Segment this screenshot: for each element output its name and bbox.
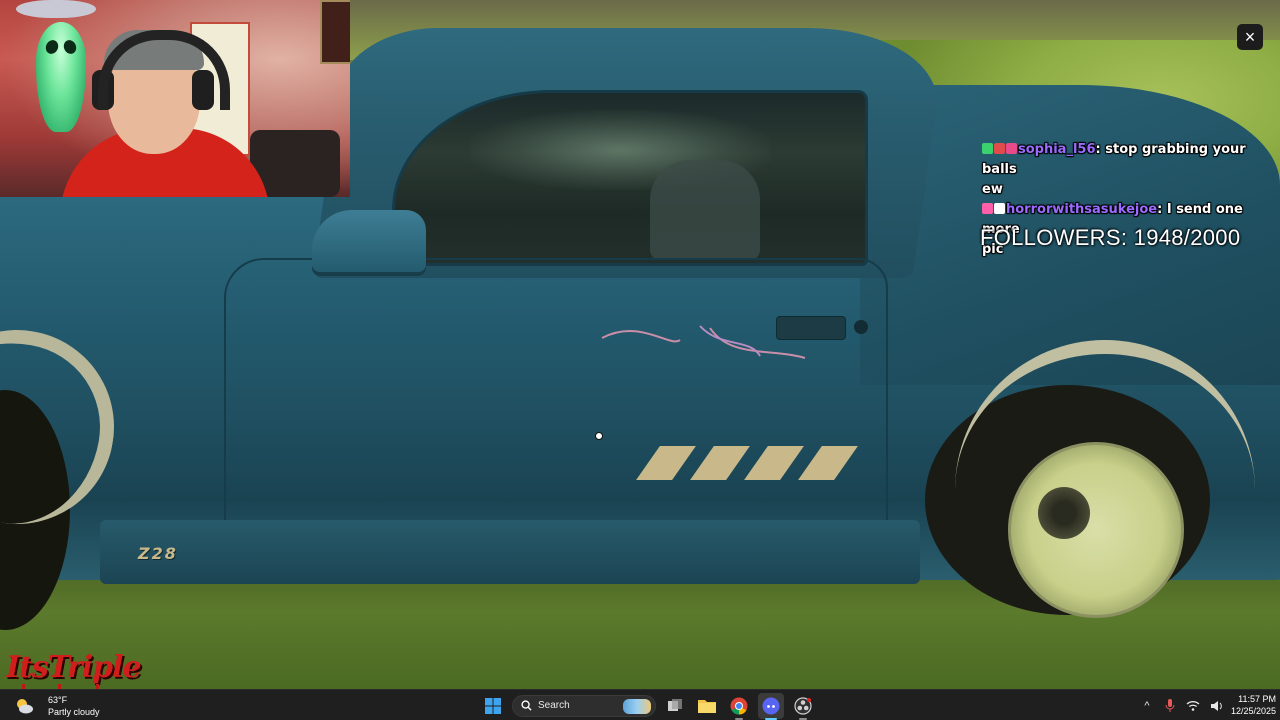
close-icon: × [1244,27,1256,47]
webcam-feed [0,0,350,197]
file-explorer-button[interactable] [694,693,720,719]
obs-icon [794,696,812,715]
taskbar-clock[interactable]: 11:57 PM 12/25/2025 [1222,693,1276,717]
microphone-icon[interactable] [1164,698,1176,713]
badge-icon [994,143,1005,154]
chevron-up-icon[interactable]: ^ [1140,700,1154,712]
alien-figure [36,22,86,132]
close-button[interactable]: × [1237,24,1263,50]
chrome-icon [730,697,748,714]
task-view-button[interactable] [662,693,688,719]
chat-message: sophia_l56: stop grabbing your balls [982,140,1278,180]
system-tray: ^ [1140,690,1224,720]
start-button[interactable] [480,693,506,719]
heart-badge-icon [982,203,993,214]
badge-icon [982,143,993,154]
discord-button[interactable] [758,692,784,720]
door-lock [854,320,868,334]
running-indicator [799,717,807,720]
running-indicator [735,717,743,720]
chat-text: ew [982,182,1003,197]
wifi-icon[interactable] [1186,700,1200,712]
taskbar: 63°F Partly cloudy Search ^ 11:57 PM 12/… [0,689,1280,720]
chat-username: horrorwithsasukejoe [1006,202,1158,217]
windows-start-icon [485,697,501,714]
partly-cloudy-icon [17,699,33,714]
chat-message: ew [982,180,1278,200]
taskbar-search[interactable]: Search [512,694,656,717]
car-door [224,258,888,562]
search-icon [521,700,532,711]
folder-icon [698,700,716,713]
weather-temperature: 63°F [48,695,68,705]
car-seat [650,160,760,260]
pinstripe-decal [601,325,806,359]
weather-widget[interactable]: 63°F Partly cloudy [14,692,114,720]
webcam-picture-frame [320,0,350,64]
weather-condition: Partly cloudy [48,707,100,717]
running-indicator [765,717,777,720]
chat-username: sophia_l56 [1018,142,1096,157]
channel-logo: ItsTriple [6,650,142,685]
taskbar-apps: Search [480,690,816,720]
follower-goal: FOLLOWERS: 1948/2000 [980,225,1241,250]
wheel-hub [1038,487,1090,539]
discord-icon [762,697,780,714]
mouse-cursor [595,432,603,440]
rear-rim [1008,442,1184,618]
task-view-icon [668,698,682,711]
clock-date: 12/25/2025 [1230,706,1276,716]
clock-time: 11:57 PM [1238,694,1276,704]
heart-badge-icon [1006,143,1017,154]
search-highlight-icon [623,698,651,714]
z28-badge: Z28 [138,544,178,563]
badge-icon [994,203,1005,214]
search-label: Search [538,700,570,711]
side-stripes [636,446,860,480]
chrome-button[interactable] [726,693,752,720]
side-mirror [312,210,426,272]
obs-button[interactable] [790,693,816,720]
ufo-lamp [16,0,96,18]
